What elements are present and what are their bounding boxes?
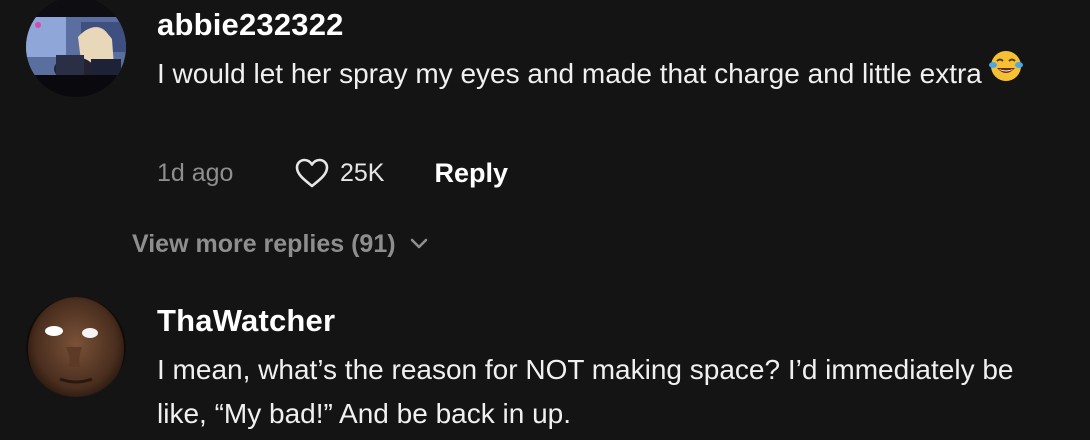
like-button[interactable]: 25K: [294, 157, 384, 189]
view-more-replies-label: View more replies (91): [132, 229, 396, 258]
avatar-photo: [26, 297, 126, 397]
view-more-replies-button[interactable]: View more replies (91): [132, 224, 428, 264]
comment-username[interactable]: ThaWatcher: [157, 301, 335, 341]
reply-button[interactable]: Reply: [434, 158, 508, 189]
comment-timestamp: 1d ago: [157, 158, 234, 187]
like-count: 25K: [340, 158, 385, 187]
comment-text: I would let her spray my eyes and made t…: [157, 49, 1057, 99]
comment-text-content: I would let her spray my eyes and made t…: [157, 58, 982, 89]
avatar[interactable]: [26, 297, 126, 397]
comment-text: I mean, what’s the reason for NOT making…: [157, 354, 1014, 429]
comment-meta: 1d ago 25K Reply: [157, 153, 508, 193]
avatar[interactable]: [26, 0, 126, 97]
avatar-photo: [26, 0, 126, 97]
chevron-down-icon: [410, 238, 427, 249]
tears-of-joy-emoji: [988, 49, 1024, 96]
comment-username[interactable]: abbie232322: [157, 5, 344, 45]
heart-outline-icon: [295, 158, 329, 188]
